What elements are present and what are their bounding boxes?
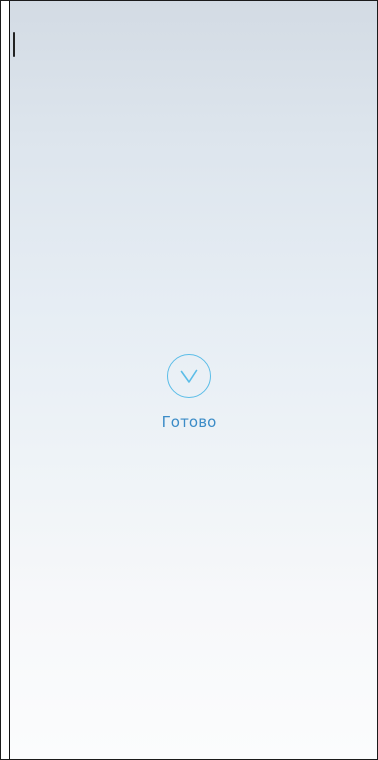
checkmark-icon: [180, 369, 198, 383]
app-screen: Готово: [0, 0, 378, 760]
done-label: Готово: [161, 413, 217, 431]
check-circle-icon: [167, 354, 211, 398]
done-status: Готово: [1, 354, 377, 431]
text-cursor: [13, 32, 15, 57]
